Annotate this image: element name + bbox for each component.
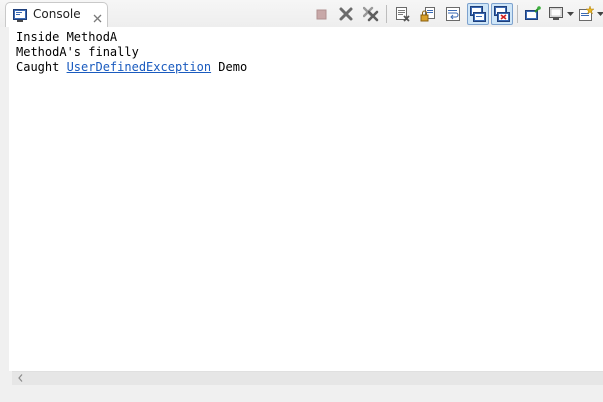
tab-label: Console (33, 7, 81, 21)
show-on-stderr-button[interactable] (491, 3, 513, 25)
scroll-left-button[interactable] (14, 372, 28, 385)
console-view: Console Inside MethodA MethodA's finally… (0, 0, 603, 402)
scroll-lock-button[interactable] (417, 3, 439, 25)
console-output[interactable]: Inside MethodA MethodA's finally Caught … (9, 27, 603, 371)
toolbar-separator (517, 5, 518, 23)
scroll-track[interactable] (28, 372, 603, 385)
display-selected-console-button[interactable] (546, 3, 568, 25)
console-line-suffix: Demo (211, 60, 248, 74)
remove-launch-button[interactable] (335, 3, 357, 25)
remove-all-terminated-button[interactable] (360, 3, 382, 25)
console-toolbar (310, 3, 603, 25)
clear-console-button[interactable] (392, 3, 414, 25)
open-console-dropdown[interactable] (596, 3, 603, 25)
show-on-stdout-button[interactable] (467, 3, 489, 25)
console-line: Caught UserDefinedException Demo (16, 60, 247, 75)
pin-console-button[interactable] (522, 3, 544, 25)
horizontal-scrollbar[interactable] (12, 371, 603, 385)
terminate-button[interactable] (310, 3, 332, 25)
console-line: MethodA's finally (16, 45, 139, 59)
console-line: Inside MethodA (16, 30, 118, 44)
close-icon[interactable] (92, 9, 103, 23)
console-line-prefix: Caught (16, 60, 67, 74)
exception-link[interactable]: UserDefinedException (67, 60, 212, 74)
display-selected-console-dropdown[interactable] (566, 3, 575, 25)
view-tab-bar: Console (0, 0, 603, 27)
console-icon (13, 8, 27, 22)
open-console-button[interactable] (576, 3, 598, 25)
word-wrap-button[interactable] (442, 3, 464, 25)
toolbar-separator (386, 5, 387, 23)
tab-console[interactable]: Console (5, 2, 108, 27)
